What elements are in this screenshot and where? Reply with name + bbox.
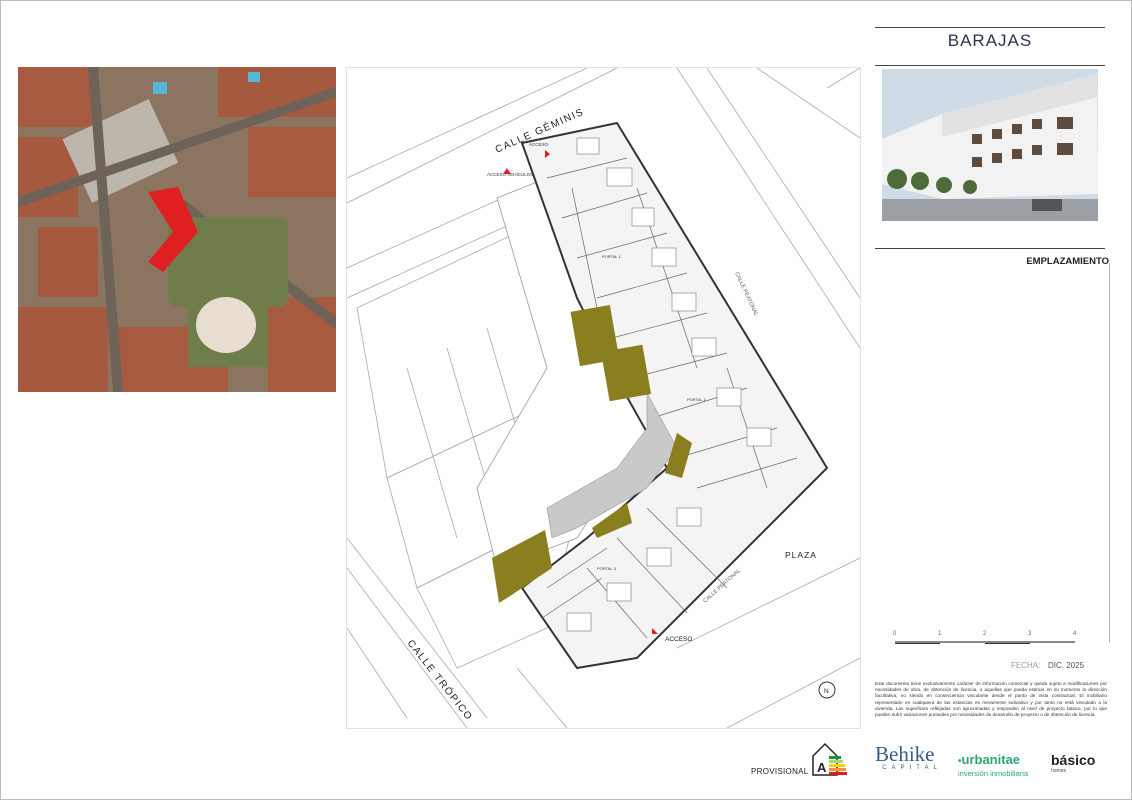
scale-bar: 0 1 2 3 4 xyxy=(893,629,1083,659)
title-rule-bottom xyxy=(875,65,1105,66)
urbanitae-logo: •urbanitae inversión inmobiliaria xyxy=(958,752,1042,779)
portal3-label: PORTAL 3 xyxy=(597,566,617,571)
aerial-photo xyxy=(18,67,336,392)
date-label: FECHA: xyxy=(1011,661,1041,670)
street-label-bottom: CALLE TRÓPICO xyxy=(405,637,476,723)
access-vehicles-marker xyxy=(503,168,511,174)
site-plan: CALLE GÉMINIS CALLE TRÓPICO CALLE PEATON… xyxy=(346,67,861,729)
disclaimer-text: Este documento tiene exclusivamente cará… xyxy=(875,681,1107,718)
building-render xyxy=(882,69,1098,221)
right-rule xyxy=(1109,263,1110,643)
page-title: BARAJAS xyxy=(947,31,1033,50)
north-label: N xyxy=(824,688,829,695)
scale-tick-2: 2 xyxy=(983,631,987,637)
title-rule-top xyxy=(875,27,1105,28)
energy-rating-icon: A xyxy=(811,742,847,776)
behike-logo-sub: CAPITAL xyxy=(882,765,942,771)
scale-tick-4: 4 xyxy=(1073,631,1077,637)
urbanitae-logo-sub: inversión inmobiliaria xyxy=(958,769,1029,778)
access-top-label: ACCESO xyxy=(529,142,549,147)
basico-logo-sub: homes xyxy=(1051,768,1067,774)
access-bottom-label: ACCESO xyxy=(665,636,692,643)
section-label: EMPLAZAMIENTO xyxy=(1026,256,1109,267)
provisional-label: PROVISIONAL xyxy=(751,767,809,776)
scale-tick-1: 1 xyxy=(938,631,942,637)
section-rule xyxy=(875,248,1105,249)
behike-logo: Behike CAPITAL xyxy=(875,743,949,777)
portal2-label: PORTAL 2 xyxy=(687,397,707,402)
scale-tick-0: 0 xyxy=(893,631,897,637)
energy-grade: A xyxy=(817,760,827,775)
basico-logo: básico homes xyxy=(1051,753,1111,777)
portal1-label: PORTAL 1 xyxy=(602,254,622,259)
date-value: DIC. 2025 xyxy=(1048,661,1085,670)
urbanitae-logo-text: urbanitae xyxy=(961,752,1021,767)
basico-logo-text: básico xyxy=(1051,752,1096,768)
scale-tick-3: 3 xyxy=(1028,631,1032,637)
document-page: CALLE GÉMINIS CALLE TRÓPICO CALLE PEATON… xyxy=(0,0,1132,800)
street-label-right: CALLE PEATONAL xyxy=(733,271,759,317)
behike-logo-text: Behike xyxy=(875,742,935,766)
plaza-label: PLAZA xyxy=(785,550,817,560)
